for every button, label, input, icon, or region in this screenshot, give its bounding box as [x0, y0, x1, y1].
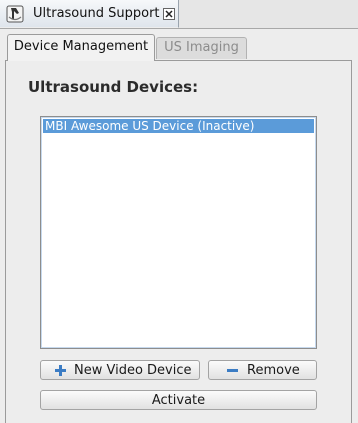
remove-button[interactable]: Remove — [208, 360, 317, 380]
view-tab-title: Ultrasound Support — [33, 6, 160, 21]
ultrasound-support-view: Ultrasound Support Device Management US … — [0, 0, 358, 423]
device-list[interactable]: MBI Awesome US Device (Inactive) — [40, 116, 317, 349]
tab-device-management[interactable]: Device Management — [7, 34, 155, 61]
device-list-item[interactable]: MBI Awesome US Device (Inactive) — [43, 119, 314, 133]
ultrasound-probe-icon — [6, 5, 24, 23]
activate-label: Activate — [151, 393, 206, 408]
view-tab-bar: Ultrasound Support — [0, 0, 358, 29]
tab-us-imaging[interactable]: US Imaging — [156, 37, 247, 59]
remove-label: Remove — [247, 363, 300, 378]
minus-icon — [227, 369, 238, 372]
section-title: Ultrasound Devices: — [28, 78, 199, 96]
inner-tab-bar: Device Management US Imaging — [0, 28, 358, 61]
activate-button[interactable]: Activate — [40, 390, 317, 410]
new-video-device-button[interactable]: New Video Device — [40, 360, 200, 380]
close-icon[interactable] — [163, 8, 175, 20]
view-tab-ultrasound-support[interactable]: Ultrasound Support — [0, 0, 179, 28]
plus-icon — [55, 365, 66, 376]
new-video-device-label: New Video Device — [74, 363, 192, 378]
